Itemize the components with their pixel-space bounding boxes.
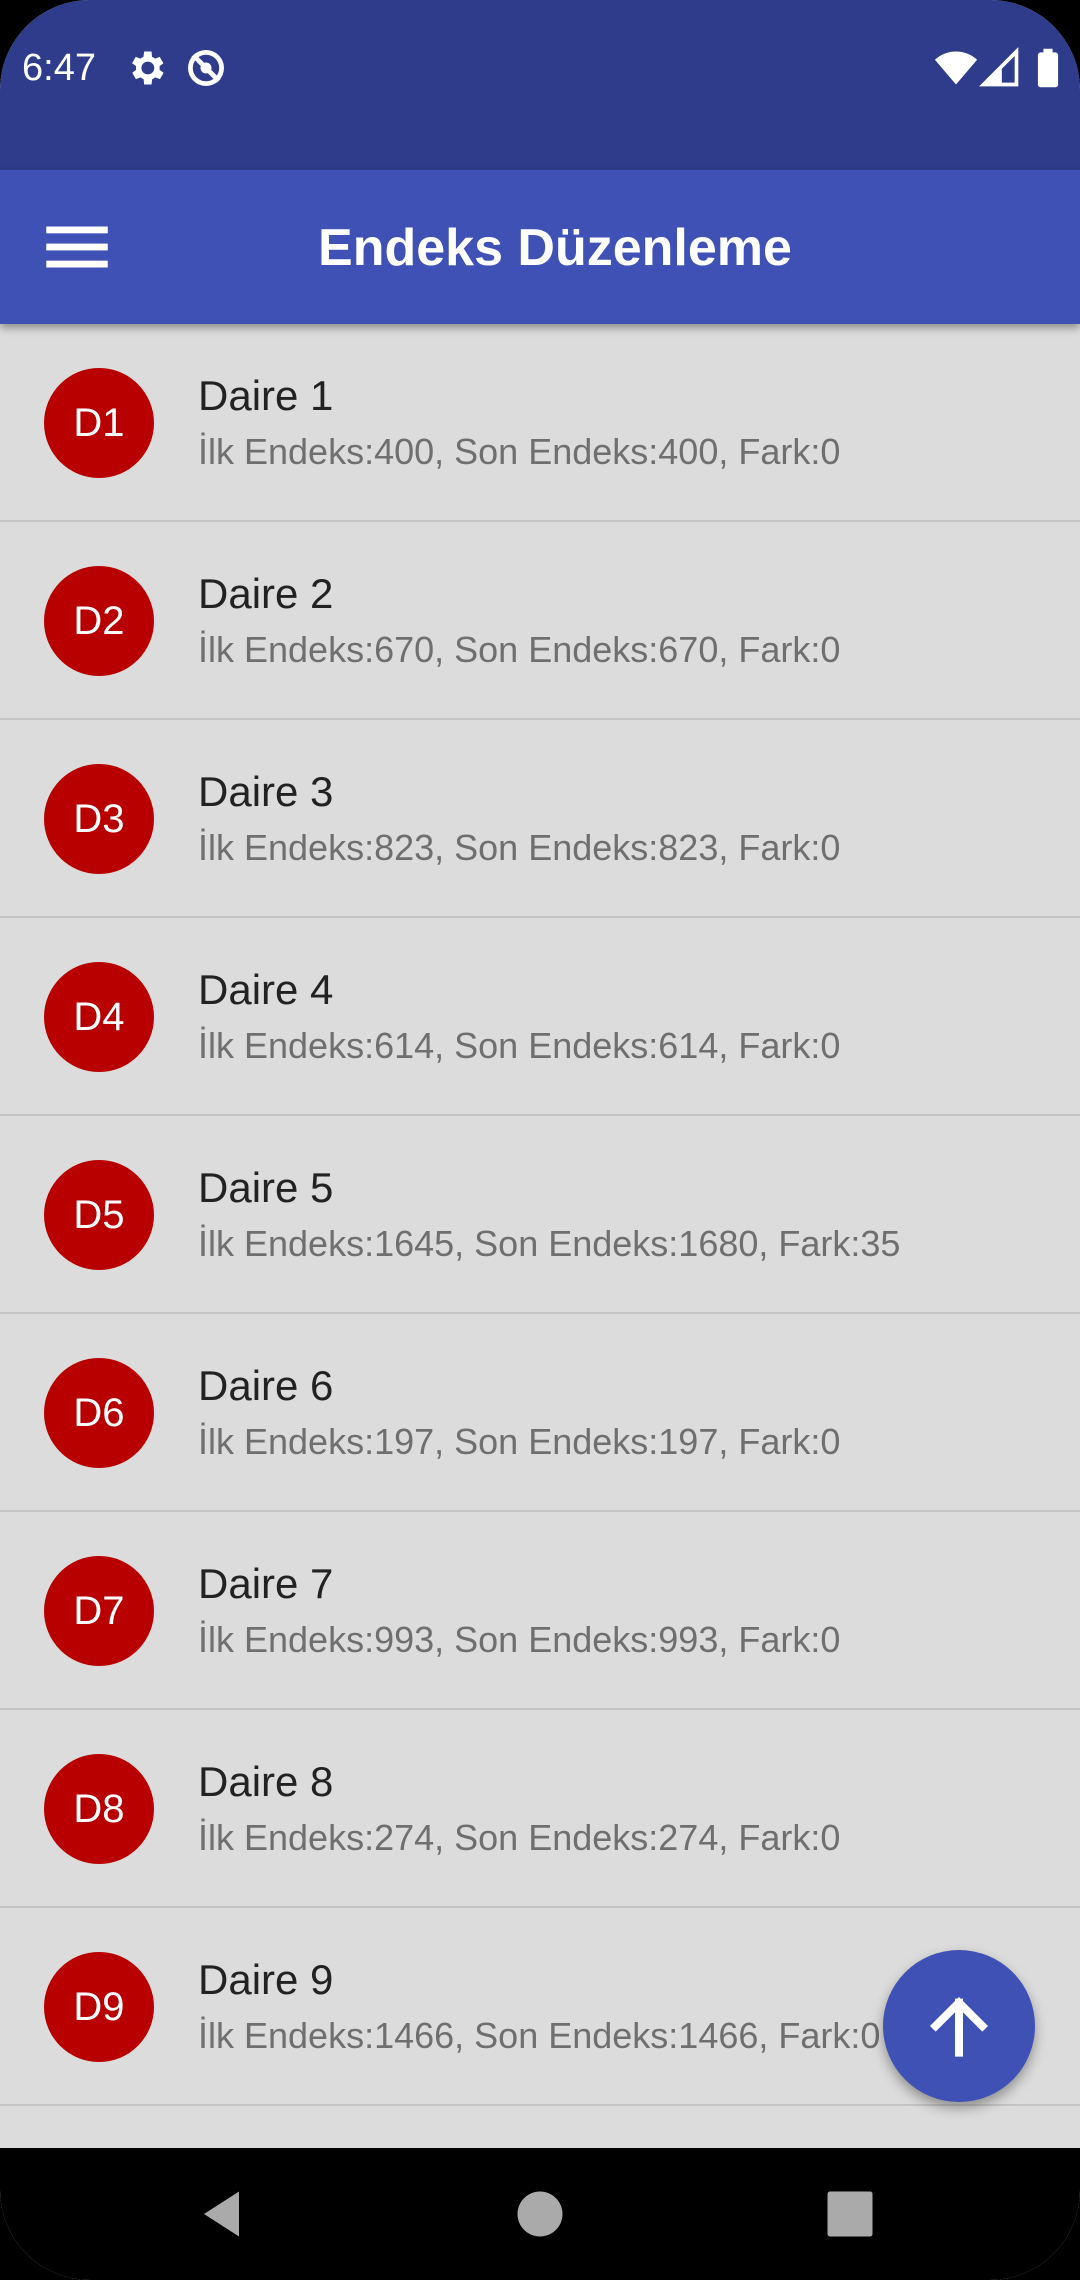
avatar-badge: D9 bbox=[44, 1952, 154, 2062]
list-item-title: Daire 8 bbox=[198, 1758, 334, 1805]
avatar-badge: D4 bbox=[44, 962, 154, 1072]
avatar-badge: D5 bbox=[44, 1160, 154, 1270]
list-item-subtitle: İlk Endeks:274, Son Endeks:274, Fark:0 bbox=[198, 1817, 841, 1858]
list-item-daire-8[interactable]: D8 Daire 8 İlk Endeks:274, Son Endeks:27… bbox=[0, 1710, 1080, 1908]
back-icon[interactable] bbox=[194, 2184, 254, 2244]
avatar-badge: D6 bbox=[44, 1358, 154, 1468]
phone-screen: 6:47 Endeks Düzenleme D1 Daire 1 İlk End… bbox=[0, 0, 1080, 2280]
avatar-badge: D8 bbox=[44, 1754, 154, 1864]
avatar-badge: D1 bbox=[44, 368, 154, 478]
battery-icon bbox=[1037, 48, 1059, 88]
list-item-daire-4[interactable]: D4 Daire 4 İlk Endeks:614, Son Endeks:61… bbox=[0, 918, 1080, 1116]
list-item-title: Daire 4 bbox=[198, 966, 334, 1013]
list-item-title: Daire 7 bbox=[198, 1560, 334, 1607]
list-item-subtitle: İlk Endeks:1466, Son Endeks:1466, Fark:0 bbox=[198, 2015, 881, 2056]
wifi-icon bbox=[934, 51, 978, 85]
list-item-subtitle: İlk Endeks:993, Son Endeks:993, Fark:0 bbox=[198, 1619, 841, 1660]
list-item-subtitle: İlk Endeks:823, Son Endeks:823, Fark:0 bbox=[198, 827, 841, 868]
list-item-subtitle: İlk Endeks:614, Son Endeks:614, Fark:0 bbox=[198, 1025, 841, 1066]
list-item-partial[interactable] bbox=[0, 2106, 1080, 2148]
list-item-title: Daire 1 bbox=[198, 372, 334, 419]
list-item-title: Daire 9 bbox=[198, 1956, 334, 2003]
settings-icon bbox=[132, 51, 164, 85]
arrow-up-icon bbox=[930, 1997, 988, 2057]
list-item-daire-1[interactable]: D1 Daire 1 İlk Endeks:400, Son Endeks:40… bbox=[0, 324, 1080, 522]
list-item-subtitle: İlk Endeks:1645, Son Endeks:1680, Fark:3… bbox=[198, 1223, 901, 1264]
system-nav-bar bbox=[0, 2148, 1080, 2280]
avatar-badge: D3 bbox=[44, 764, 154, 874]
list-item-subtitle: İlk Endeks:400, Son Endeks:400, Fark:0 bbox=[198, 431, 841, 472]
list-item-daire-5[interactable]: D5 Daire 5 İlk Endeks:1645, Son Endeks:1… bbox=[0, 1116, 1080, 1314]
status-bar: 6:47 bbox=[0, 0, 1080, 170]
page-title: Endeks Düzenleme bbox=[318, 219, 792, 277]
list-item-subtitle: İlk Endeks:197, Son Endeks:197, Fark:0 bbox=[198, 1421, 841, 1462]
list-item-daire-3[interactable]: D3 Daire 3 İlk Endeks:823, Son Endeks:82… bbox=[0, 720, 1080, 918]
recents-icon[interactable] bbox=[820, 2184, 880, 2244]
list-item-title: Daire 5 bbox=[198, 1164, 334, 1211]
list-item-title: Daire 6 bbox=[198, 1362, 334, 1409]
no-sync-icon bbox=[188, 50, 224, 86]
list-item-daire-7[interactable]: D7 Daire 7 İlk Endeks:993, Son Endeks:99… bbox=[0, 1512, 1080, 1710]
list-item-title: Daire 2 bbox=[198, 570, 334, 617]
avatar-badge: D2 bbox=[44, 566, 154, 676]
list-item-daire-2[interactable]: D2 Daire 2 İlk Endeks:670, Son Endeks:67… bbox=[0, 522, 1080, 720]
status-time: 6:47 bbox=[22, 47, 96, 89]
daire-list[interactable]: D1 Daire 1 İlk Endeks:400, Son Endeks:40… bbox=[0, 324, 1080, 2148]
app-bar: Endeks Düzenleme bbox=[0, 170, 1080, 324]
home-icon[interactable] bbox=[510, 2184, 570, 2244]
list-item-daire-6[interactable]: D6 Daire 6 İlk Endeks:197, Son Endeks:19… bbox=[0, 1314, 1080, 1512]
avatar-badge: D7 bbox=[44, 1556, 154, 1666]
signal-icon bbox=[979, 47, 1019, 87]
list-item-title: Daire 3 bbox=[198, 768, 334, 815]
scroll-to-top-button[interactable] bbox=[883, 1950, 1035, 2102]
list-item-subtitle: İlk Endeks:670, Son Endeks:670, Fark:0 bbox=[198, 629, 841, 670]
